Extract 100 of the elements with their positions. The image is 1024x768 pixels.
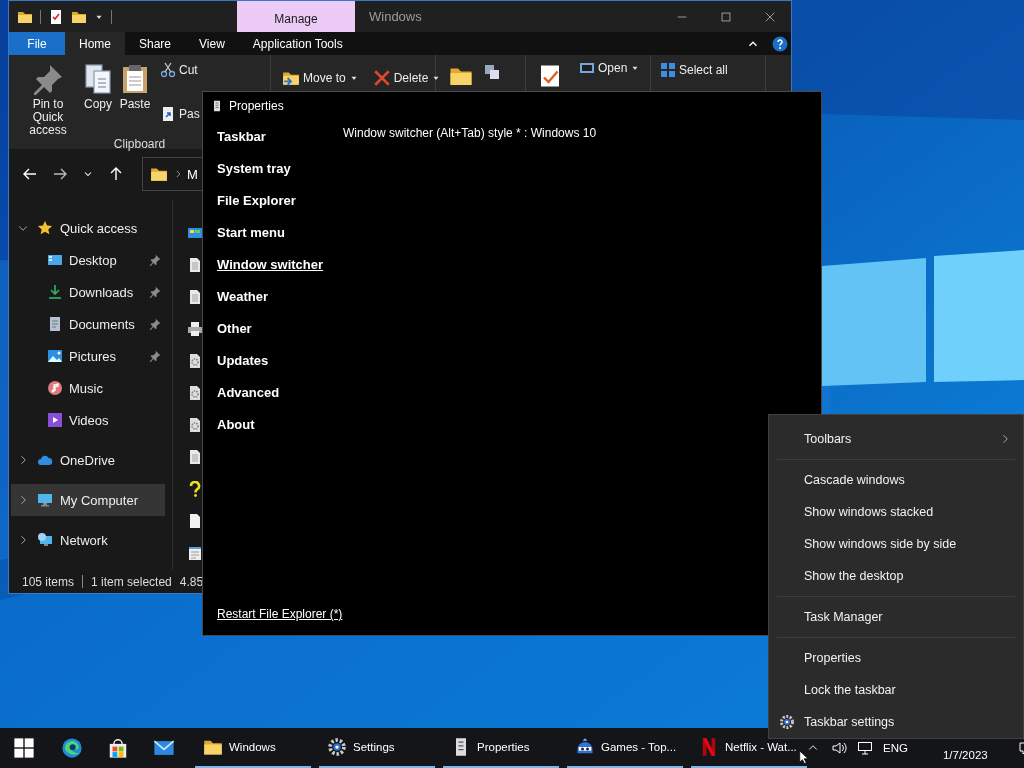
- network-icon[interactable]: [857, 740, 873, 756]
- section-tab[interactable]: System tray: [217, 152, 343, 184]
- menu-item[interactable]: Toolbars: [769, 423, 1023, 455]
- help-icon[interactable]: [772, 35, 788, 52]
- language-indicator[interactable]: ENG: [883, 742, 908, 754]
- menu-item[interactable]: Cascade windows: [769, 464, 1023, 496]
- app-label: Properties: [477, 741, 530, 753]
- ribbon-button[interactable]: Pin to Quick access: [17, 55, 79, 137]
- pin-icon: [32, 63, 64, 95]
- checklist-icon[interactable]: [538, 63, 562, 89]
- section-tab[interactable]: About: [217, 408, 343, 440]
- menu-item[interactable]: Show the desktop: [769, 560, 1023, 592]
- ribbon-tab[interactable]: Home: [65, 32, 125, 55]
- folder-arrow-icon: [282, 69, 300, 87]
- copy-to-icon[interactable]: [484, 64, 500, 80]
- ribbon-button[interactable]: Copy: [79, 55, 117, 111]
- address-bar[interactable]: M: [142, 157, 202, 191]
- up-arrow-icon[interactable]: [108, 166, 124, 182]
- computer-icon: [37, 492, 53, 508]
- paste-shortcut-icon: [160, 106, 176, 122]
- section-tab[interactable]: Advanced: [217, 376, 343, 408]
- section-tab[interactable]: Weather: [217, 280, 343, 312]
- gear-file-icon: [187, 353, 203, 369]
- breadcrumb-item[interactable]: M: [187, 166, 198, 182]
- window-title: Windows: [368, 8, 423, 26]
- ribbon-tab[interactable]: Share: [125, 32, 186, 55]
- question-mark-icon: [187, 481, 203, 497]
- ribbon-button[interactable]: Delete: [369, 67, 445, 89]
- ribbon-tab[interactable]: Application Tools: [238, 32, 357, 55]
- section-tab[interactable]: Updates: [217, 344, 343, 376]
- app-icon: [187, 225, 203, 241]
- browser-icon[interactable]: [61, 737, 83, 759]
- ribbon-button[interactable]: Cut: [157, 59, 203, 81]
- ribbon-button[interactable]: Open: [576, 57, 644, 79]
- section-tab[interactable]: Other: [217, 312, 343, 344]
- app-label: Settings: [353, 741, 395, 753]
- section-tab[interactable]: Start menu: [217, 216, 343, 248]
- store-icon[interactable]: [107, 737, 129, 759]
- document-icon: [211, 98, 223, 114]
- ribbon-tab[interactable]: View: [185, 32, 239, 55]
- ribbon-button[interactable]: Paste: [117, 55, 153, 111]
- ribbon-button[interactable]: Select all: [657, 59, 731, 81]
- section-tab[interactable]: File Explorer: [217, 184, 343, 216]
- taskbar-button[interactable]: Windows: [195, 728, 311, 768]
- grid-icon: [660, 62, 676, 78]
- nav-item[interactable]: Downloads: [11, 276, 165, 308]
- nav-item[interactable]: My Computer: [11, 484, 165, 516]
- scissors-icon: [160, 62, 176, 78]
- chevron-right-icon: [173, 168, 183, 180]
- gear-icon: [779, 714, 795, 730]
- group-label: Clipboard: [112, 137, 167, 151]
- gear-file-icon: [187, 417, 203, 433]
- taskbar-button[interactable]: Games - Top...: [567, 728, 683, 768]
- menu-item[interactable]: Show windows stacked: [769, 496, 1023, 528]
- file-tab[interactable]: File: [9, 32, 65, 55]
- start-icon[interactable]: [13, 737, 35, 759]
- back-icon[interactable]: [22, 166, 38, 182]
- note-check-icon[interactable]: [48, 8, 64, 25]
- setting-option[interactable]: Window switcher (Alt+Tab) style * : Windows 10: [343, 120, 597, 146]
- menu-item[interactable]: Task Manager: [769, 601, 1023, 633]
- ribbon-button[interactable]: Move to: [279, 67, 362, 89]
- menu-item[interactable]: Show windows side by side: [769, 528, 1023, 560]
- gear-file-icon: [187, 385, 203, 401]
- nav-item[interactable]: Pictures: [11, 340, 165, 372]
- menu-item[interactable]: Lock the taskbar: [769, 674, 1023, 706]
- nav-item[interactable]: Quick access: [11, 212, 165, 244]
- contextual-tab[interactable]: Manage: [237, 1, 355, 32]
- date-text[interactable]: 1/7/2023: [942, 749, 988, 768]
- restart-link[interactable]: Restart File Explorer (*): [217, 607, 343, 621]
- status-text: 105 items: [22, 574, 75, 589]
- music-icon: [47, 380, 63, 396]
- status-text: 1 item selected: [91, 574, 172, 589]
- nav-item[interactable]: Network: [11, 524, 165, 556]
- section-tab[interactable]: Taskbar: [217, 120, 343, 152]
- taskbar-button[interactable]: Settings: [319, 728, 435, 768]
- window-icon: [579, 60, 595, 76]
- folder-icon: [149, 165, 169, 183]
- forward-icon[interactable]: [52, 166, 68, 182]
- speaker-icon[interactable]: [831, 740, 847, 756]
- app-label: Netflix - Wat...: [725, 741, 797, 753]
- nav-item[interactable]: OneDrive: [11, 444, 165, 476]
- gear-icon: [327, 737, 347, 757]
- menu-item[interactable]: Properties: [769, 642, 1023, 674]
- desktop-icon: [47, 252, 63, 268]
- nav-item[interactable]: Videos: [11, 404, 165, 436]
- nav-item[interactable]: Documents: [11, 308, 165, 340]
- video-icon: [47, 412, 63, 428]
- ribbon-button[interactable]: Pas: [157, 103, 203, 125]
- nav-item[interactable]: Music: [11, 372, 165, 404]
- app-label: Windows: [229, 741, 276, 753]
- taskbar-button[interactable]: Properties: [443, 728, 559, 768]
- pictures-icon: [47, 348, 63, 364]
- nav-item[interactable]: Desktop: [11, 244, 165, 276]
- maximize-icon[interactable]: [719, 9, 733, 24]
- blank-file-icon: [187, 513, 203, 529]
- document-icon: [47, 316, 63, 332]
- section-tab[interactable]: Window switcher: [217, 248, 343, 280]
- status-text: 4.85: [179, 574, 204, 589]
- notepad-icon: [187, 545, 203, 561]
- document-icon: [187, 257, 203, 273]
